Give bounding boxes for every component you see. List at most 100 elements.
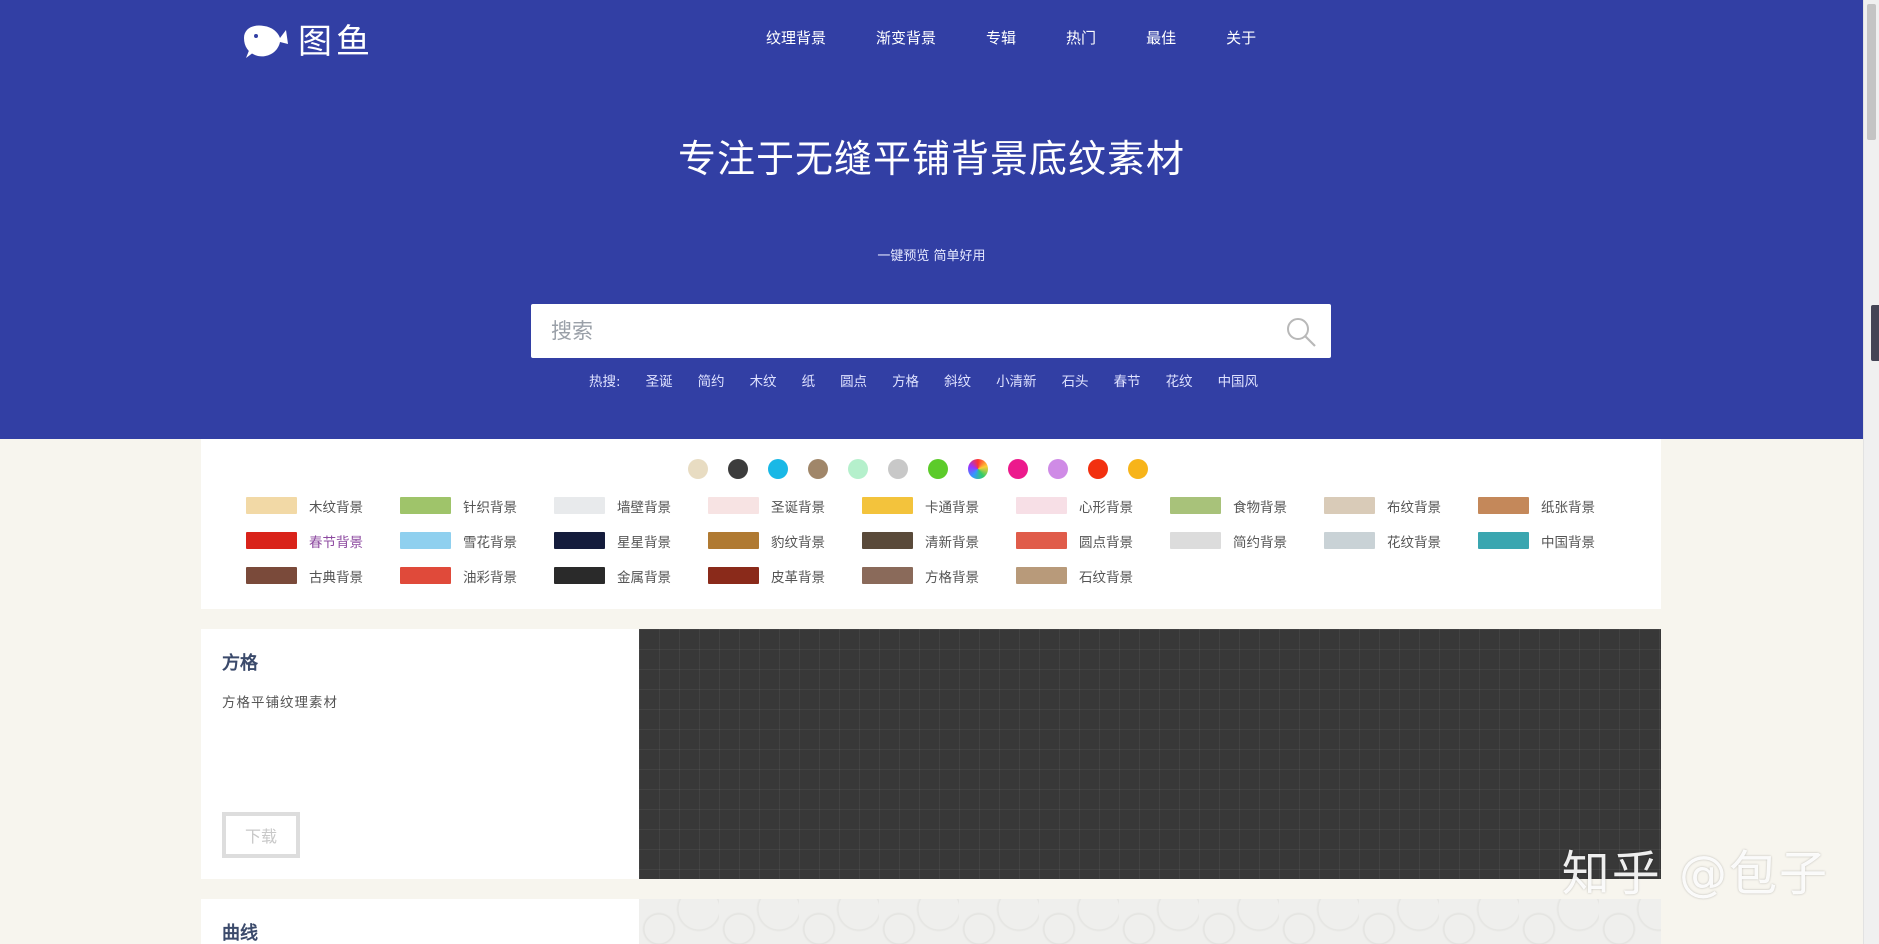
category-item[interactable]: 金属背景	[554, 564, 708, 587]
scrollbar[interactable]	[1863, 0, 1879, 944]
hot-term[interactable]: 斜纹	[944, 370, 971, 390]
color-dot[interactable]	[888, 459, 908, 479]
card-info: 曲线	[201, 899, 639, 944]
color-dot[interactable]	[1008, 459, 1028, 479]
nav-about[interactable]: 关于	[1226, 27, 1256, 48]
category-item[interactable]: 皮革背景	[708, 564, 862, 587]
color-filter	[688, 459, 1148, 479]
nav-albums[interactable]: 专辑	[986, 27, 1016, 48]
card-title[interactable]: 方格	[222, 649, 258, 675]
hot-term[interactable]: 木纹	[750, 370, 777, 390]
category-label: 纸张背景	[1541, 499, 1595, 516]
category-item[interactable]: 墙壁背景	[554, 494, 708, 517]
pattern-card: 方格 方格平铺纹理素材 下载	[201, 629, 1661, 879]
pattern-card: 曲线	[201, 899, 1661, 944]
hot-term[interactable]: 圣诞	[646, 370, 673, 390]
category-thumbnail	[1170, 497, 1221, 514]
pattern-preview[interactable]	[639, 629, 1661, 879]
category-label: 雪花背景	[463, 534, 517, 551]
search-box	[531, 304, 1331, 358]
hot-term[interactable]: 中国风	[1218, 370, 1259, 390]
category-thumbnail	[554, 567, 605, 584]
pattern-preview[interactable]	[639, 899, 1661, 944]
nav-best[interactable]: 最佳	[1146, 27, 1176, 48]
card-description: 方格平铺纹理素材	[222, 695, 338, 711]
category-label: 皮革背景	[771, 569, 825, 586]
category-thumbnail	[862, 567, 913, 584]
category-label: 简约背景	[1233, 534, 1287, 551]
category-item[interactable]: 布纹背景	[1324, 494, 1478, 517]
category-thumbnail	[1478, 497, 1529, 514]
watermark: 知乎 @包子	[1561, 846, 1829, 902]
category-item[interactable]: 心形背景	[1016, 494, 1170, 517]
card-title[interactable]: 曲线	[222, 919, 258, 944]
search-input[interactable]	[531, 304, 1251, 358]
category-panel: 木纹背景 针织背景 墙壁背景 圣诞背景 卡通背景 心形背景 食物背景 布纹背景 纸张背景春节背景…	[201, 439, 1661, 609]
hot-term[interactable]: 简约	[698, 370, 725, 390]
category-thumbnail	[246, 497, 297, 514]
category-label: 星星背景	[617, 534, 671, 551]
category-thumbnail	[1324, 497, 1375, 514]
category-label: 春节背景	[309, 534, 363, 551]
category-thumbnail	[554, 497, 605, 514]
hot-term[interactable]: 纸	[802, 370, 816, 390]
color-dot[interactable]	[1048, 459, 1068, 479]
category-item[interactable]: 古典背景	[246, 564, 400, 587]
category-item[interactable]: 油彩背景	[400, 564, 554, 587]
category-item[interactable]: 木纹背景	[246, 494, 400, 517]
scrollbar-thumb[interactable]	[1867, 4, 1876, 140]
category-item[interactable]: 圣诞背景	[708, 494, 862, 517]
category-item[interactable]: 雪花背景	[400, 529, 554, 552]
category-label: 墙壁背景	[617, 499, 671, 516]
category-label: 石纹背景	[1079, 569, 1133, 586]
category-item[interactable]: 卡通背景	[862, 494, 1016, 517]
hot-term[interactable]: 小清新	[996, 370, 1037, 390]
color-dot[interactable]	[928, 459, 948, 479]
color-dot[interactable]	[1088, 459, 1108, 479]
main-nav: 纹理背景 渐变背景 专辑 热门 最佳 关于	[766, 27, 1306, 48]
category-item[interactable]: 星星背景	[554, 529, 708, 552]
color-dot[interactable]	[768, 459, 788, 479]
download-button[interactable]: 下载	[222, 812, 300, 858]
category-item[interactable]: 豹纹背景	[708, 529, 862, 552]
category-label: 圆点背景	[1079, 534, 1133, 551]
hot-term[interactable]: 花纹	[1166, 370, 1193, 390]
color-dot[interactable]	[848, 459, 868, 479]
color-dot[interactable]	[728, 459, 748, 479]
category-item[interactable]: 方格背景	[862, 564, 1016, 587]
category-item[interactable]: 春节背景	[246, 529, 400, 552]
category-label: 卡通背景	[925, 499, 979, 516]
hot-term[interactable]: 春节	[1114, 370, 1141, 390]
category-label: 中国背景	[1541, 534, 1595, 551]
category-item[interactable]: 简约背景	[1170, 529, 1324, 552]
category-label: 豹纹背景	[771, 534, 825, 551]
color-dot[interactable]	[808, 459, 828, 479]
category-item[interactable]: 花纹背景	[1324, 529, 1478, 552]
category-thumbnail	[862, 497, 913, 514]
logo[interactable]: 图鱼	[240, 14, 374, 63]
category-label: 食物背景	[1233, 499, 1287, 516]
category-item[interactable]: 圆点背景	[1016, 529, 1170, 552]
category-item[interactable]: 针织背景	[400, 494, 554, 517]
nav-texture[interactable]: 纹理背景	[766, 27, 826, 48]
side-widget[interactable]	[1871, 305, 1879, 361]
hot-term[interactable]: 圆点	[840, 370, 867, 390]
color-dot[interactable]	[1128, 459, 1148, 479]
category-thumbnail	[246, 567, 297, 584]
hero-section: 图鱼 纹理背景 渐变背景 专辑 热门 最佳 关于 专注于无缝平铺背景底纹素材 一…	[0, 0, 1863, 439]
category-thumbnail	[708, 497, 759, 514]
color-dot[interactable]	[968, 459, 988, 479]
nav-gradient[interactable]: 渐变背景	[876, 27, 936, 48]
hot-term[interactable]: 方格	[892, 370, 919, 390]
category-item[interactable]: 纸张背景	[1478, 494, 1632, 517]
nav-popular[interactable]: 热门	[1066, 27, 1096, 48]
category-item[interactable]: 清新背景	[862, 529, 1016, 552]
category-item[interactable]: 石纹背景	[1016, 564, 1170, 587]
color-dot[interactable]	[688, 459, 708, 479]
hot-term[interactable]: 石头	[1062, 370, 1089, 390]
category-item[interactable]: 中国背景	[1478, 529, 1632, 552]
category-label: 心形背景	[1079, 499, 1133, 516]
category-thumbnail	[400, 567, 451, 584]
search-icon[interactable]	[1285, 316, 1317, 348]
category-item[interactable]: 食物背景	[1170, 494, 1324, 517]
